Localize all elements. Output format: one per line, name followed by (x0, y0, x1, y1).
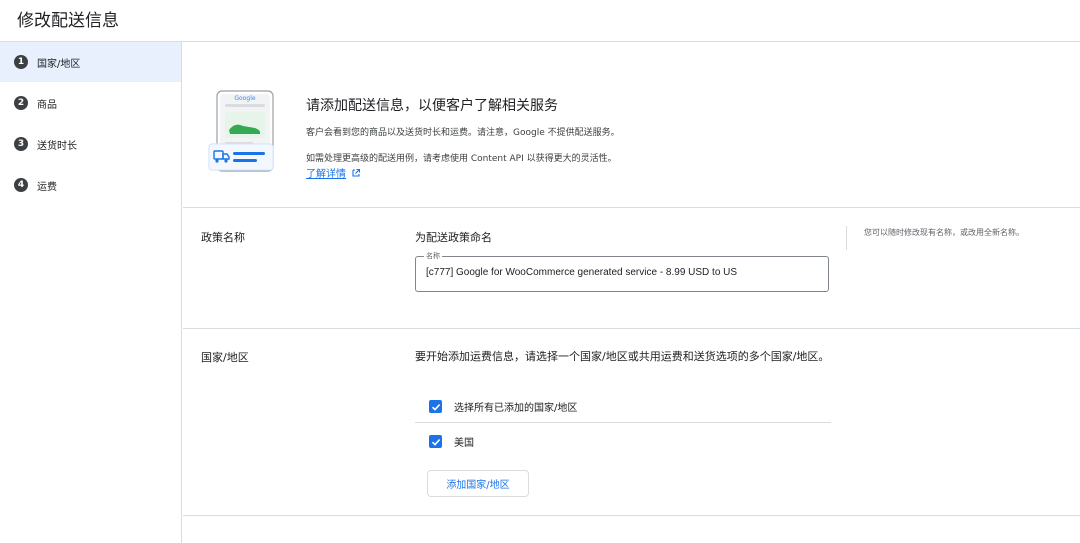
policy-name-field-label: 名称 (424, 251, 442, 261)
checkbox-checked-icon (429, 435, 442, 448)
select-all-label: 选择所有已添加的国家/地区 (454, 403, 578, 414)
step-country[interactable]: 1 国家/地区 (0, 42, 181, 82)
select-all-countries-checkbox[interactable]: 选择所有已添加的国家/地区 (429, 399, 577, 414)
step-label: 国家/地区 (37, 58, 81, 70)
policy-name-heading: 为配送政策命名 (415, 231, 492, 244)
top-bar: 修改配送信息 (0, 0, 1080, 42)
step-shipping-rate[interactable]: 4 运费 (0, 165, 181, 205)
external-link-icon (352, 168, 361, 177)
section-label-policy-name: 政策名称 (201, 231, 245, 244)
step-number-badge: 1 (14, 55, 28, 69)
step-number-badge: 4 (14, 178, 28, 192)
step-label: 运费 (37, 181, 57, 193)
country-description: 要开始添加运费信息，请选择一个国家/地区或共用运费和送货选项的多个国家/地区。 (415, 350, 830, 363)
country-section: 国家/地区 要开始添加运费信息，请选择一个国家/地区或共用运费和送货选项的多个国… (183, 330, 1080, 516)
page-title: 修改配送信息 (17, 11, 119, 31)
add-country-button[interactable]: 添加国家/地区 (427, 470, 529, 497)
stepper-sidebar: 1 国家/地区 2 商品 3 送货时长 4 运费 (0, 42, 182, 543)
policy-name-hint: 您可以随时修改现有名称，或改用全新名称。 (864, 228, 1024, 237)
learn-more-label: 了解详情 (306, 169, 346, 180)
learn-more-link[interactable]: 了解详情 (306, 165, 361, 180)
section-label-country: 国家/地区 (201, 351, 249, 364)
checkbox-divider (415, 422, 831, 423)
shipping-illustration: Google (208, 90, 274, 172)
step-label: 商品 (37, 99, 57, 111)
step-number-badge: 2 (14, 96, 28, 110)
hint-divider (846, 226, 847, 250)
intro-section: Google 请添加配送信息，以便客户了解相关服务 客户会看到您的商品以及送货时… (183, 42, 1080, 208)
policy-name-section: 政策名称 为配送政策命名 名称 您可以随时修改现有名称，或改用全新名称。 (183, 209, 1080, 329)
country-label: 美国 (454, 438, 474, 449)
step-products[interactable]: 2 商品 (0, 83, 181, 123)
main-content: Google 请添加配送信息，以便客户了解相关服务 客户会看到您的商品以及送货时… (183, 42, 1080, 543)
step-number-badge: 3 (14, 137, 28, 151)
policy-name-input[interactable] (426, 267, 821, 278)
policy-name-field[interactable]: 名称 (415, 251, 829, 292)
intro-title: 请添加配送信息，以便客户了解相关服务 (306, 98, 558, 114)
intro-advanced-note: 如需处理更高级的配送用例，请考虑使用 Content API 以获得更大的灵活性… (306, 154, 617, 164)
intro-description: 客户会看到您的商品以及送货时长和运费。请注意，Google 不提供配送服务。 (306, 128, 620, 138)
checkbox-checked-icon (429, 400, 442, 413)
step-label: 送货时长 (37, 140, 77, 152)
illustration-brand-text: Google (234, 95, 255, 102)
step-delivery-time[interactable]: 3 送货时长 (0, 124, 181, 164)
country-checkbox-us[interactable]: 美国 (429, 434, 474, 449)
